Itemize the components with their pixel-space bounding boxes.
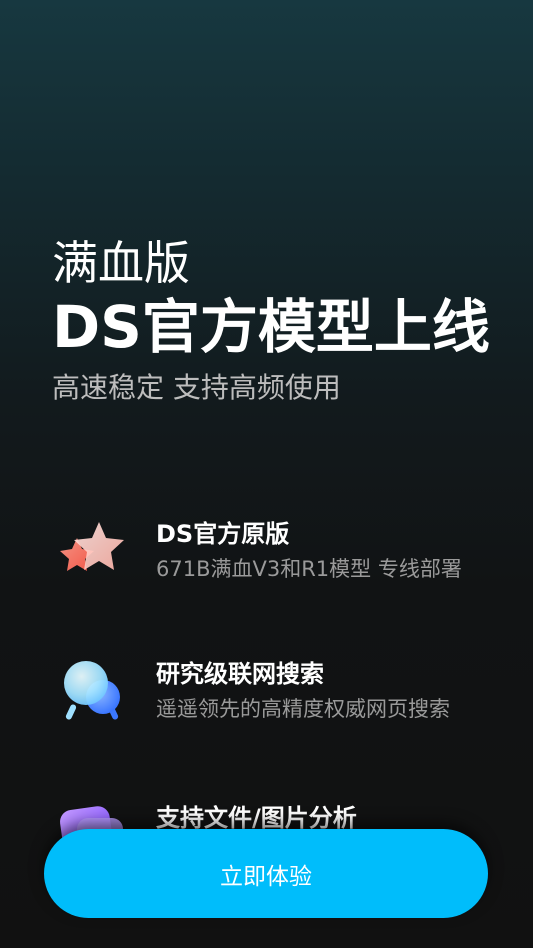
cta-container: 立即体验 (44, 829, 488, 918)
search-globe-icon (55, 656, 131, 732)
hero-section: 满血版 DS官方模型上线 高速稳定 支持高频使用 (52, 234, 512, 408)
feature-description: 671B满血V3和R1模型 专线部署 (156, 557, 462, 581)
try-now-button[interactable]: 立即体验 (44, 829, 488, 918)
feature-item-search: 研究级联网搜索 遥遥领先的高精度权威网页搜索 (55, 656, 495, 736)
hero-tagline: 满血版 (52, 236, 190, 290)
hero-subtitle: 高速稳定 支持高频使用 (52, 371, 341, 404)
onboarding-screen: 满血版 DS官方模型上线 高速稳定 支持高频使用 DS官方原版 671B满血V3… (0, 0, 533, 948)
feature-description: 遥遥领先的高精度权威网页搜索 (156, 697, 450, 721)
feature-title: DS官方原版 (156, 520, 290, 548)
hero-title: DS官方模型上线 (52, 293, 490, 361)
feature-item-official: DS官方原版 671B满血V3和R1模型 专线部署 (55, 516, 495, 596)
star-icon (55, 516, 131, 592)
feature-title: 研究级联网搜索 (156, 660, 324, 688)
